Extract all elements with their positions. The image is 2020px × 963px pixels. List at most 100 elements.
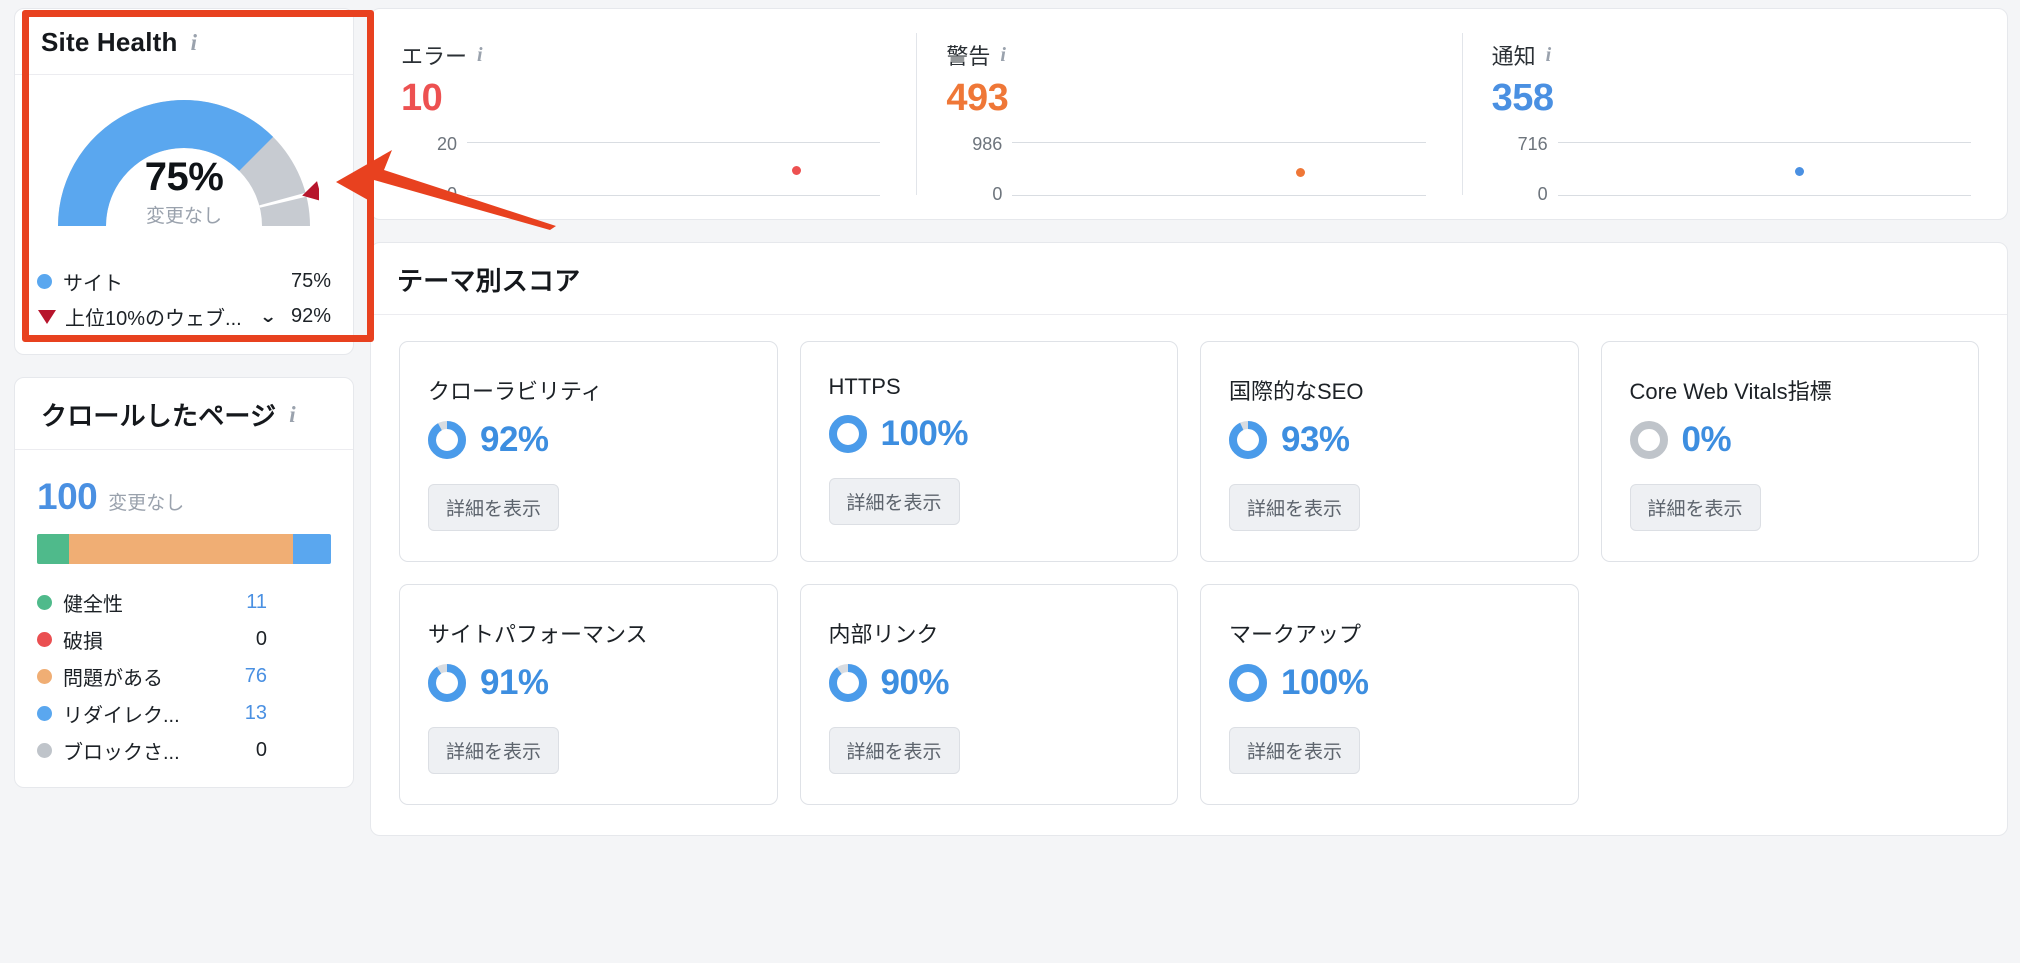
triangle-down-icon bbox=[38, 309, 56, 324]
theme-score-card[interactable]: マークアップ 100% 詳細を表示 bbox=[1200, 584, 1579, 805]
crawled-legend-row[interactable]: 問題がある 76 bbox=[37, 658, 331, 695]
theme-score-row: 90% bbox=[828, 663, 1150, 703]
theme-score-card[interactable]: 国際的なSEO 93% 詳細を表示 bbox=[1200, 341, 1579, 562]
view-details-button[interactable]: 詳細を表示 bbox=[1229, 727, 1361, 774]
theme-score-value: 100% bbox=[1281, 663, 1369, 702]
stat-panel[interactable]: エラー i 10 20 0 bbox=[371, 9, 916, 219]
legend-row[interactable]: サイト 75% bbox=[37, 264, 331, 299]
score-ring-icon bbox=[1229, 421, 1267, 459]
theme-score-card[interactable]: クローラビリティ 92% 詳細を表示 bbox=[399, 341, 778, 562]
crawled-legend-row[interactable]: ブロックさ... 0 bbox=[37, 732, 331, 769]
info-icon[interactable]: i bbox=[1546, 44, 1552, 67]
crawled-legend-row[interactable]: リダイレク... 13 bbox=[37, 695, 331, 732]
score-ring-icon bbox=[1229, 664, 1267, 702]
theme-name: HTTPS bbox=[828, 374, 901, 399]
site-health-legend: サイト 75% 上位10%のウェブ... ⌄ 92% bbox=[15, 258, 353, 354]
sparkline-chart: 986 0 bbox=[946, 134, 1461, 204]
sparkline-data-point bbox=[791, 165, 801, 175]
score-ring-icon bbox=[1629, 421, 1668, 459]
theme-score-row: 100% bbox=[828, 414, 1150, 454]
stat-label: 警告 bbox=[946, 44, 991, 69]
theme-score-row: 93% bbox=[1229, 420, 1550, 460]
theme-score-value: 92% bbox=[480, 420, 549, 459]
stat-header: エラー i bbox=[401, 39, 916, 71]
view-details-button[interactable]: 詳細を表示 bbox=[828, 727, 960, 774]
theme-scores-title: テーマ別スコア bbox=[397, 266, 581, 296]
info-icon[interactable]: i bbox=[477, 44, 483, 67]
gauge-center-labels: 75% 変更なし bbox=[15, 155, 353, 228]
info-icon[interactable]: i bbox=[289, 403, 295, 426]
theme-scores-grid: クローラビリティ 92% 詳細を表示 HTTPS 100% 詳細を表示 国際的なSEO 93%… bbox=[371, 315, 2007, 835]
crawled-legend-count[interactable]: 13 bbox=[221, 702, 267, 725]
theme-score-value: 0% bbox=[1681, 420, 1732, 459]
crawled-legend-row[interactable]: 健全性 11 bbox=[37, 584, 331, 621]
info-icon[interactable]: i bbox=[1000, 44, 1006, 67]
sparkline-gridline bbox=[1012, 195, 1426, 196]
legend-row[interactable]: 上位10%のウェブ... ⌄ 92% bbox=[37, 299, 331, 334]
info-icon[interactable]: i bbox=[191, 31, 197, 54]
grid-filler bbox=[1601, 584, 1980, 805]
crawled-legend-count: 0 bbox=[255, 739, 267, 761]
sparkline-axis-min: 0 bbox=[1537, 184, 1548, 204]
bar-segment bbox=[37, 534, 70, 564]
stat-header: 通知 i bbox=[1492, 39, 2007, 71]
sparkline-gridline bbox=[1012, 142, 1426, 143]
score-ring-icon bbox=[428, 664, 466, 702]
legend-value: 75% bbox=[290, 270, 331, 292]
view-details-button[interactable]: 詳細を表示 bbox=[1229, 484, 1361, 531]
theme-score-card[interactable]: 内部リンク 90% 詳細を表示 bbox=[799, 584, 1178, 805]
view-details-button[interactable]: 詳細を表示 bbox=[428, 484, 560, 531]
stat-label: エラー bbox=[401, 44, 468, 69]
theme-score-row: 92% bbox=[428, 420, 749, 460]
theme-score-row: 0% bbox=[1629, 420, 1951, 460]
legend-color-dot bbox=[37, 632, 52, 647]
crawled-pages-legend: 健全性 11 破損 0 問題がある 76 リダイレク... 13 ブロックさ... 0 bbox=[37, 584, 331, 769]
site-health-card: Site Health i 75% 変更なし サイト 75% 上位10%のウェブ..… bbox=[14, 8, 354, 355]
crawled-legend-count[interactable]: 76 bbox=[221, 665, 267, 688]
stat-panel[interactable]: 警告 i 493 986 0 bbox=[916, 9, 1461, 219]
chevron-down-icon[interactable]: ⌄ bbox=[259, 307, 277, 327]
theme-name: サイトパフォーマンス bbox=[428, 622, 648, 647]
legend-color-dot bbox=[37, 743, 52, 758]
theme-name: クローラビリティ bbox=[428, 379, 603, 404]
view-details-button[interactable]: 詳細を表示 bbox=[1629, 484, 1761, 531]
crawled-pages-card: クロールしたページ i 100 変更なし 健全性 11 破損 0 問題がある 76 リダイレ… bbox=[14, 377, 354, 788]
dashboard-root: Site Health i 75% 変更なし サイト 75% 上位10%のウェブ..… bbox=[0, 0, 2020, 963]
theme-score-card[interactable]: HTTPS 100% 詳細を表示 bbox=[799, 341, 1178, 562]
theme-score-card[interactable]: サイトパフォーマンス 91% 詳細を表示 bbox=[399, 584, 778, 805]
theme-name: 国際的なSEO bbox=[1229, 379, 1364, 404]
theme-score-value: 100% bbox=[880, 414, 969, 453]
sparkline-chart: 20 0 bbox=[401, 134, 916, 204]
gauge-value: 75% bbox=[144, 155, 224, 199]
legend-label: 上位10%のウェブ... bbox=[65, 308, 242, 330]
stat-header: 警告 i bbox=[946, 39, 1461, 71]
theme-name: Core Web Vitals指標 bbox=[1629, 379, 1832, 404]
view-details-button[interactable]: 詳細を表示 bbox=[828, 478, 960, 525]
view-details-button[interactable]: 詳細を表示 bbox=[428, 727, 560, 774]
site-health-gauge: 75% 変更なし bbox=[15, 83, 353, 258]
theme-scores-header: テーマ別スコア bbox=[371, 243, 2007, 315]
sparkline-gridline bbox=[1557, 142, 1971, 143]
legend-color-dot bbox=[37, 595, 52, 610]
bar-segment bbox=[69, 534, 293, 564]
left-column: Site Health i 75% 変更なし サイト 75% 上位10%のウェブ..… bbox=[14, 8, 374, 788]
theme-scores-card: テーマ別スコア クローラビリティ 92% 詳細を表示 HTTPS 100% 詳細を表示 国際… bbox=[370, 242, 2008, 836]
sparkline-axis-max: 716 bbox=[1517, 134, 1548, 154]
legend-label: サイト bbox=[63, 273, 123, 295]
sparkline-data-point bbox=[1794, 167, 1804, 177]
crawled-legend-row[interactable]: 破損 0 bbox=[37, 621, 331, 658]
crawled-legend-label: 問題がある bbox=[63, 668, 163, 690]
sparkline-gridline bbox=[467, 142, 881, 143]
crawled-legend-count[interactable]: 11 bbox=[221, 591, 267, 614]
theme-score-value: 90% bbox=[880, 663, 950, 702]
stat-value: 493 bbox=[946, 77, 1009, 119]
legend-color-dot bbox=[37, 706, 52, 721]
stat-panel[interactable]: 通知 i 358 716 0 bbox=[1461, 9, 2007, 219]
sparkline-gridline bbox=[467, 195, 881, 196]
score-ring-icon bbox=[828, 415, 867, 453]
crawled-total: 100 bbox=[37, 476, 98, 517]
stat-label: 通知 bbox=[1491, 44, 1536, 69]
theme-score-card[interactable]: Core Web Vitals指標 0% 詳細を表示 bbox=[1600, 341, 1979, 562]
crawled-legend-count: 0 bbox=[255, 628, 267, 650]
crawled-distribution-bar bbox=[37, 534, 331, 564]
